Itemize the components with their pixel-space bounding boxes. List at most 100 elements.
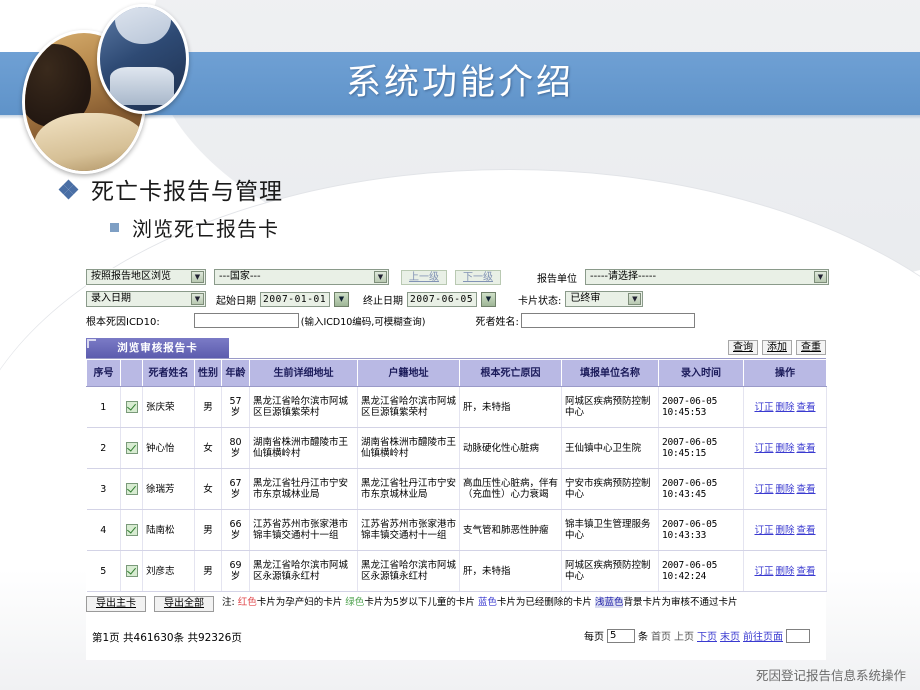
chevron-down-icon: ▼ (374, 271, 387, 283)
export-all-button[interactable]: 导出全部 (154, 596, 214, 612)
diamond-bullet-icon (58, 179, 79, 199)
revise-link[interactable]: 订正 (754, 566, 773, 577)
bullet-level2: 浏览死亡报告卡 (110, 213, 279, 242)
delete-link[interactable]: 删除 (775, 443, 794, 454)
cell-sex: 男 (194, 550, 222, 592)
filter-row-1: 按照报告地区浏览 ▼ ---国家--- ▼ 上一级 下一级 报告单位 -----… (86, 269, 829, 285)
card-status-select[interactable]: 已终审 ▼ (565, 291, 644, 307)
report-unit-value: -----请选择----- (590, 271, 657, 282)
checkbox-checked-icon[interactable] (125, 524, 138, 536)
first-page-link[interactable]: 首页 (651, 628, 671, 643)
end-date-input[interactable]: 2007-06-05 (407, 291, 477, 307)
view-link[interactable]: 查看 (797, 443, 816, 454)
note-prefix: 注: (222, 597, 235, 608)
col-operation: 操作 (743, 359, 827, 387)
delete-link[interactable]: 删除 (775, 402, 794, 413)
row-checkbox[interactable] (120, 386, 143, 428)
view-link[interactable]: 查看 (797, 484, 816, 495)
level-down-button[interactable]: 下一级 (455, 269, 501, 285)
start-date-label: 起始日期 (216, 295, 256, 307)
browse-mode-select[interactable]: 按照报告地区浏览 ▼ (86, 269, 206, 285)
cell-unit: 王仙镇中心卫生院 (561, 427, 659, 469)
bullet-level2-label: 浏览死亡报告卡 (132, 217, 279, 241)
page-info: 第1页 共461630条 共92326页 (92, 632, 242, 644)
report-unit-select[interactable]: -----请选择----- ▼ (585, 269, 829, 285)
card-status-value: 已终审 (570, 293, 601, 304)
start-date-input[interactable]: 2007-01-01 (260, 291, 330, 307)
pagination-controls: 每页 5 条 首页 上页 下页 末页 前往页面 (584, 628, 810, 643)
goto-page-input[interactable] (786, 628, 810, 643)
delete-link[interactable]: 删除 (775, 566, 794, 577)
table-footer: 导出主卡 导出全部 注: 红色卡片为孕产妇的卡片 绿色卡片为5岁以下儿童的卡片 … (86, 596, 826, 626)
cell-operation: 订正 删除 查看 (743, 386, 827, 428)
delete-link[interactable]: 删除 (775, 484, 794, 495)
panel-tabbar: 浏览审核报告卡 查询 添加 查重 (86, 338, 826, 359)
icd10-input[interactable] (193, 313, 299, 328)
cell-unit: 锦丰镇卫生管理服务中心 (561, 509, 659, 551)
chevron-down-icon: ▼ (191, 271, 204, 283)
row-checkbox[interactable] (120, 509, 143, 551)
tab-browse-review-cards[interactable]: 浏览审核报告卡 (86, 338, 229, 358)
checkbox-checked-icon[interactable] (125, 565, 138, 577)
end-date-label: 终止日期 (363, 295, 403, 307)
cell-sex: 女 (194, 427, 222, 469)
row-checkbox[interactable] (120, 550, 143, 592)
chevron-down-icon: ▼ (628, 293, 642, 305)
icd10-hint: (输入ICD10编码,可模糊查询) (300, 316, 426, 328)
calendar-icon[interactable]: ▼ (334, 291, 349, 307)
slide-footer-text: 死因登记报告信息系统操作 (755, 668, 906, 683)
table-row: 2 钟心怡女 80岁 湖南省株洲市醴陵市王仙镇横岭村 湖南省株洲市醴陵市王仙镇横岭村 动脉… (86, 427, 827, 469)
view-link[interactable]: 查看 (797, 402, 816, 413)
col-index: 序号 (86, 359, 121, 387)
note-blue-rest: 卡片为已经删除的卡片 (496, 597, 592, 608)
cell-operation: 订正 删除 查看 (743, 550, 827, 592)
note-lightblue-rest: 背景卡片为审核不通过卡片 (623, 597, 738, 608)
revise-link[interactable]: 订正 (754, 402, 773, 413)
revise-link[interactable]: 订正 (754, 484, 773, 495)
bullet-level1-label: 死亡卡报告与管理 (91, 179, 283, 205)
revise-link[interactable]: 订正 (754, 443, 773, 454)
duplicate-check-button[interactable]: 查重 (796, 340, 826, 355)
per-page-label: 每页 (584, 632, 604, 643)
last-page-link[interactable]: 末页 (720, 628, 740, 643)
next-page-link[interactable]: 下页 (697, 628, 717, 643)
cell-unit: 宁安市疾病预防控制中心 (561, 468, 659, 510)
cell-name: 张庆荣 (142, 386, 195, 428)
query-button[interactable]: 查询 (728, 340, 758, 355)
calendar-icon[interactable]: ▼ (481, 291, 496, 307)
filter-panel: 按照报告地区浏览 ▼ ---国家--- ▼ 上一级 下一级 报告单位 -----… (86, 268, 829, 336)
row-checkbox[interactable] (120, 427, 143, 469)
cell-address: 黑龙江省哈尔滨市阿城区巨源镇紫荣村 (249, 386, 358, 428)
deceased-name-input[interactable] (520, 313, 695, 328)
row-checkbox[interactable] (120, 468, 143, 510)
export-main-card-button[interactable]: 导出主卡 (86, 596, 146, 612)
checkbox-checked-icon[interactable] (125, 401, 138, 413)
cell-name: 徐瑞芳 (142, 468, 195, 510)
chevron-down-icon: ▼ (814, 271, 827, 283)
cell-time: 2007-06-05 10:43:45 (658, 468, 744, 510)
note-lightblue-word: 浅蓝色 (594, 597, 624, 608)
add-button[interactable]: 添加 (762, 340, 792, 355)
delete-link[interactable]: 删除 (775, 525, 794, 536)
per-page-unit: 条 (638, 632, 648, 643)
square-bullet-icon (110, 223, 119, 232)
revise-link[interactable]: 订正 (754, 525, 773, 536)
col-unit: 填报单位名称 (561, 359, 659, 387)
cell-index: 5 (86, 550, 121, 592)
cell-cause: 高血压性心脏病，伴有（充血性）心力衰竭 (459, 468, 562, 510)
cell-operation: 订正 删除 查看 (743, 468, 827, 510)
level-up-button[interactable]: 上一级 (401, 269, 447, 285)
icd10-label: 根本死因ICD10: (86, 317, 160, 328)
col-cause: 根本死亡原因 (459, 359, 562, 387)
cell-age: 57岁 (221, 386, 250, 428)
view-link[interactable]: 查看 (797, 566, 816, 577)
goto-page-link[interactable]: 前往页面 (743, 628, 783, 643)
view-link[interactable]: 查看 (797, 525, 816, 536)
col-age: 年龄 (221, 359, 250, 387)
checkbox-checked-icon[interactable] (125, 483, 138, 495)
prev-page-link[interactable]: 上页 (674, 628, 694, 643)
per-page-input[interactable]: 5 (607, 628, 635, 643)
checkbox-checked-icon[interactable] (125, 442, 138, 454)
region-select[interactable]: ---国家--- ▼ (214, 269, 389, 285)
date-type-select[interactable]: 录入日期 ▼ (86, 291, 206, 307)
